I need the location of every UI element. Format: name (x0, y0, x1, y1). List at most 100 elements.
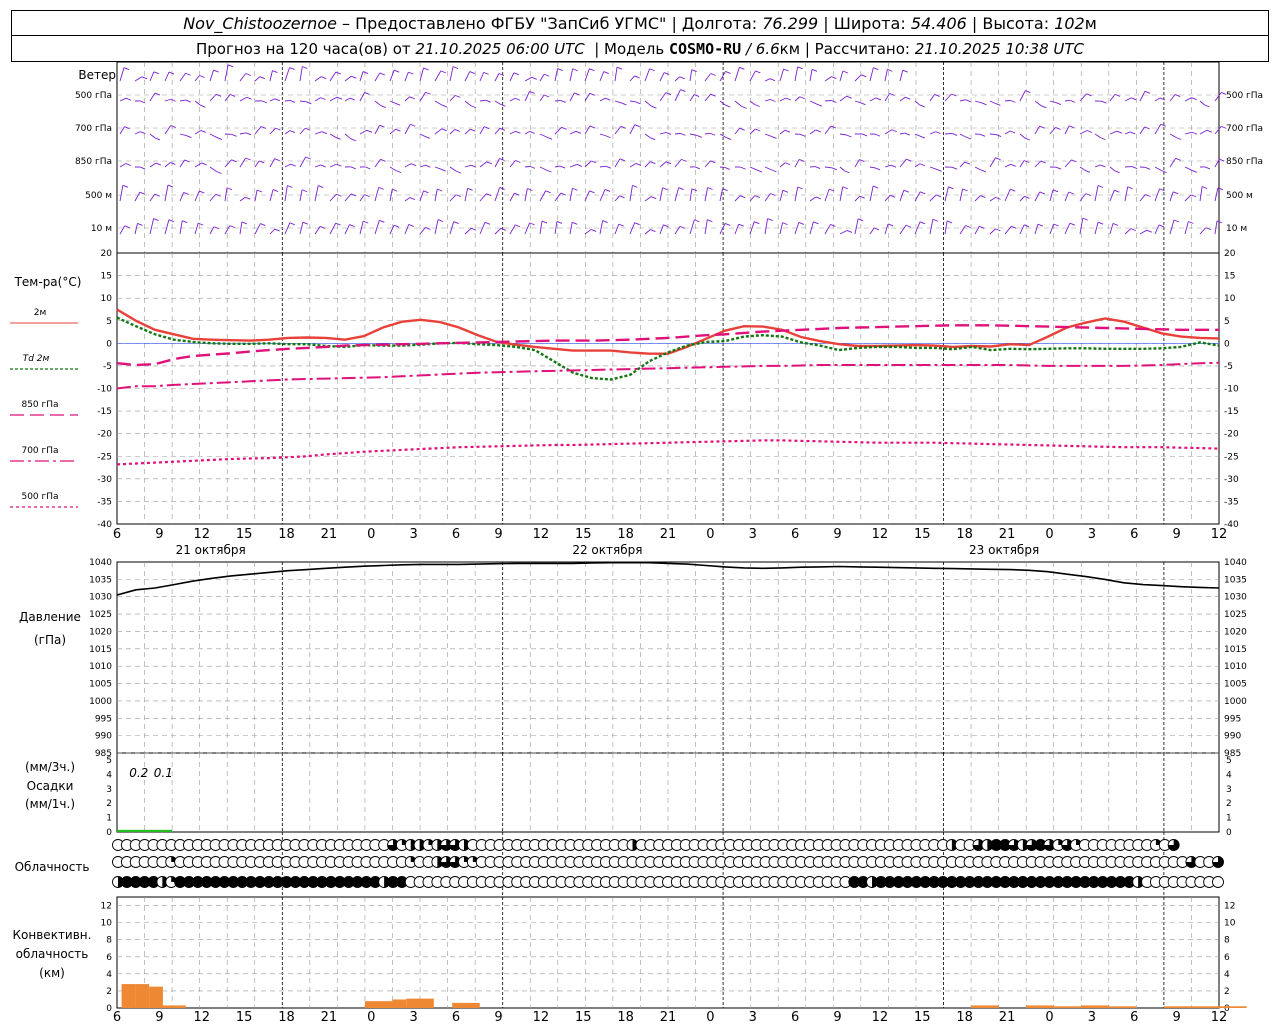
wind-barb (899, 70, 904, 82)
wind-barb (779, 162, 786, 168)
wind-barb-flag (137, 222, 143, 226)
temp-tick-right: -30 (1224, 475, 1239, 485)
x-tick-temp: 21 (660, 527, 677, 542)
wind-barb (569, 130, 577, 135)
temp-tick-right: -20 (1224, 430, 1239, 440)
wind-barb-flag (905, 96, 911, 100)
temp-tick: -10 (97, 385, 112, 395)
wind-barb (374, 124, 380, 135)
wind-level-label-right: 10 м (1226, 224, 1247, 234)
wind-barb-flag (231, 133, 237, 137)
wind-barb (719, 100, 726, 106)
wind-barb (734, 195, 741, 202)
wind-barb (164, 162, 171, 168)
wind-barb-flag (769, 78, 776, 82)
wind-barb-flag (364, 92, 370, 95)
x-tick-bottom: 9 (155, 1010, 163, 1024)
wind-barb (644, 196, 652, 202)
wind-barb (524, 76, 532, 82)
wind-barb-flag (470, 105, 477, 109)
wind-barb (704, 187, 709, 202)
wind-barb (764, 133, 772, 137)
conv-tick-right: 12 (1224, 902, 1235, 912)
wind-barb-flag (649, 137, 656, 141)
wind-barb-flag (483, 71, 489, 75)
x-tick-temp: 9 (155, 527, 163, 542)
wind-barb (164, 184, 169, 202)
wind-barb (929, 194, 937, 202)
wind-barb (209, 69, 215, 82)
wind-barb-flag (770, 99, 776, 102)
wind-barb-flag (740, 195, 746, 199)
wind-barb (494, 228, 502, 235)
wind-barb (959, 99, 966, 102)
wind-barb (524, 222, 531, 235)
x-tick-bottom: 12 (872, 1010, 889, 1024)
wind-barb (1004, 99, 1011, 102)
wind-barb-flag (1112, 223, 1119, 226)
x-tick-bottom: 6 (791, 1010, 799, 1024)
wind-barb (179, 220, 183, 235)
wind-barb (449, 129, 456, 135)
conv-tick: 8 (106, 936, 112, 946)
wind-barb-flag (410, 163, 417, 167)
wind-barb-flag (167, 184, 174, 188)
wind-barb-flag (454, 128, 461, 132)
temp-tick: -25 (97, 452, 112, 462)
wind-barb (494, 100, 501, 105)
wind-barb (1184, 194, 1192, 202)
wind-barb (224, 187, 228, 202)
wind-barb-flag (226, 187, 233, 191)
conv-bar (392, 999, 407, 1008)
wind-barb (944, 133, 953, 135)
wind-barb (659, 132, 667, 135)
wind-barb-flag (920, 191, 926, 195)
wind-barb (404, 124, 411, 135)
wind-barb-flag (635, 101, 641, 105)
wind-barb (659, 92, 667, 102)
wind-barb-flag (932, 218, 939, 222)
wind-barb (344, 97, 351, 102)
wind-barb-flag (785, 97, 791, 101)
wind-barb-flag (873, 185, 879, 189)
x-tick-temp: 0 (367, 527, 375, 542)
wind-barb-flag (616, 66, 623, 70)
temp-tick: 15 (101, 272, 112, 282)
conv-bar (364, 1001, 393, 1008)
wind-barb (509, 97, 516, 102)
wind-barb-flag (245, 157, 251, 161)
day-label: 23 октября (969, 543, 1039, 557)
wind-barb-flag (1191, 131, 1198, 135)
wind-barb-flag (1130, 131, 1136, 135)
wind-barb-flag (154, 137, 161, 141)
wind-barb-flag (245, 73, 251, 76)
wind-barb-flag (575, 130, 582, 134)
wind-barb (509, 130, 516, 135)
wind-barb-flag (379, 219, 385, 223)
wind-barb (179, 99, 186, 102)
wind-barb (929, 219, 934, 235)
wind-barb (764, 166, 772, 171)
wind-barb-flag (576, 164, 583, 167)
wind-barb-flag (605, 165, 611, 169)
wind-barb (959, 133, 967, 138)
wind-barb-flag (842, 70, 849, 74)
wind-barb (239, 96, 247, 102)
wind-barb-flag (979, 133, 986, 137)
wind-barb (119, 225, 126, 235)
conv-tick-right: 10 (1224, 919, 1236, 929)
wind-barb-flag (320, 226, 326, 229)
conv-bar (406, 998, 434, 1008)
wind-barb-flag (363, 220, 369, 224)
wind-barb-flag (498, 73, 505, 76)
wind-barb (959, 161, 966, 168)
wind-title: Ветер (78, 68, 116, 82)
wind-barb-flag (467, 187, 473, 191)
conv-bar (135, 984, 150, 1008)
temp-tick: -15 (97, 407, 112, 417)
wind-barb-flag (1146, 229, 1152, 233)
wind-barb (899, 224, 907, 235)
conv-bar (162, 1005, 186, 1008)
wind-barb-flag (965, 99, 971, 103)
wind-barb (869, 97, 877, 102)
